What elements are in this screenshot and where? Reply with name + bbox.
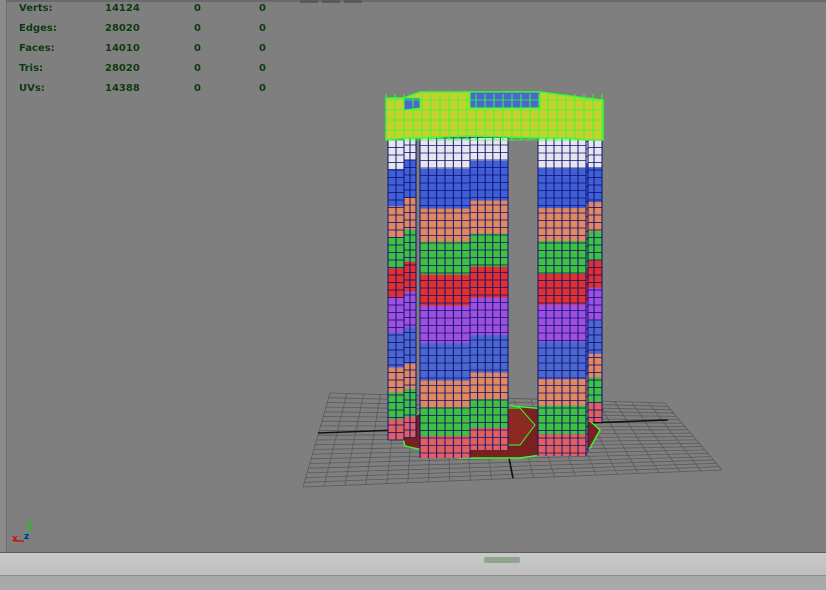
axis-x-label: x (12, 534, 18, 544)
hud-label: Faces: (19, 43, 55, 54)
hud-value: 0 (259, 43, 266, 54)
pillar[interactable] (537, 137, 587, 456)
timeline-indicator (484, 557, 520, 563)
axis-z-label: z (24, 532, 30, 542)
hud-value: 0 (194, 83, 201, 94)
hud-value: 0 (194, 23, 201, 34)
hud-value: 0 (259, 63, 266, 74)
pillar[interactable] (387, 139, 405, 441)
top-cap-ring[interactable] (385, 91, 604, 141)
pillar[interactable] (403, 129, 417, 438)
pillar[interactable] (419, 137, 471, 458)
pillar[interactable] (469, 129, 509, 450)
hud-value: 0 (194, 3, 201, 14)
hud-value: 28020 (105, 63, 140, 74)
pillar-band (470, 297, 508, 336)
pillar-band (470, 372, 508, 400)
pillar-structure-mesh[interactable] (385, 91, 604, 459)
hud-value: 0 (259, 83, 266, 94)
pillar-band (470, 160, 508, 201)
pillar-band (470, 335, 508, 373)
hud-value: 0 (194, 43, 201, 54)
pillar-band (470, 399, 508, 428)
hud-value: 0 (259, 3, 266, 14)
pillar-band (470, 266, 508, 298)
hud-value: 0 (194, 63, 201, 74)
axis-y-label: y (26, 519, 32, 529)
pillar-band (470, 200, 508, 234)
3d-viewport[interactable]: Verts: 14124 0 0 Edges: 28020 0 0 Faces:… (0, 0, 826, 552)
hud-value: 14388 (105, 83, 140, 94)
timeline-bar[interactable] (0, 552, 826, 590)
hud-value: 28020 (105, 23, 140, 34)
hud-value: 14124 (105, 3, 140, 14)
hud-label: Tris: (19, 63, 44, 74)
hud-label: UVs: (19, 83, 45, 94)
hud-label: Verts: (19, 3, 53, 14)
pillar-band (470, 427, 508, 450)
hud-value: 0 (259, 23, 266, 34)
hud-label: Edges: (19, 23, 57, 34)
hud-value: 14010 (105, 43, 140, 54)
